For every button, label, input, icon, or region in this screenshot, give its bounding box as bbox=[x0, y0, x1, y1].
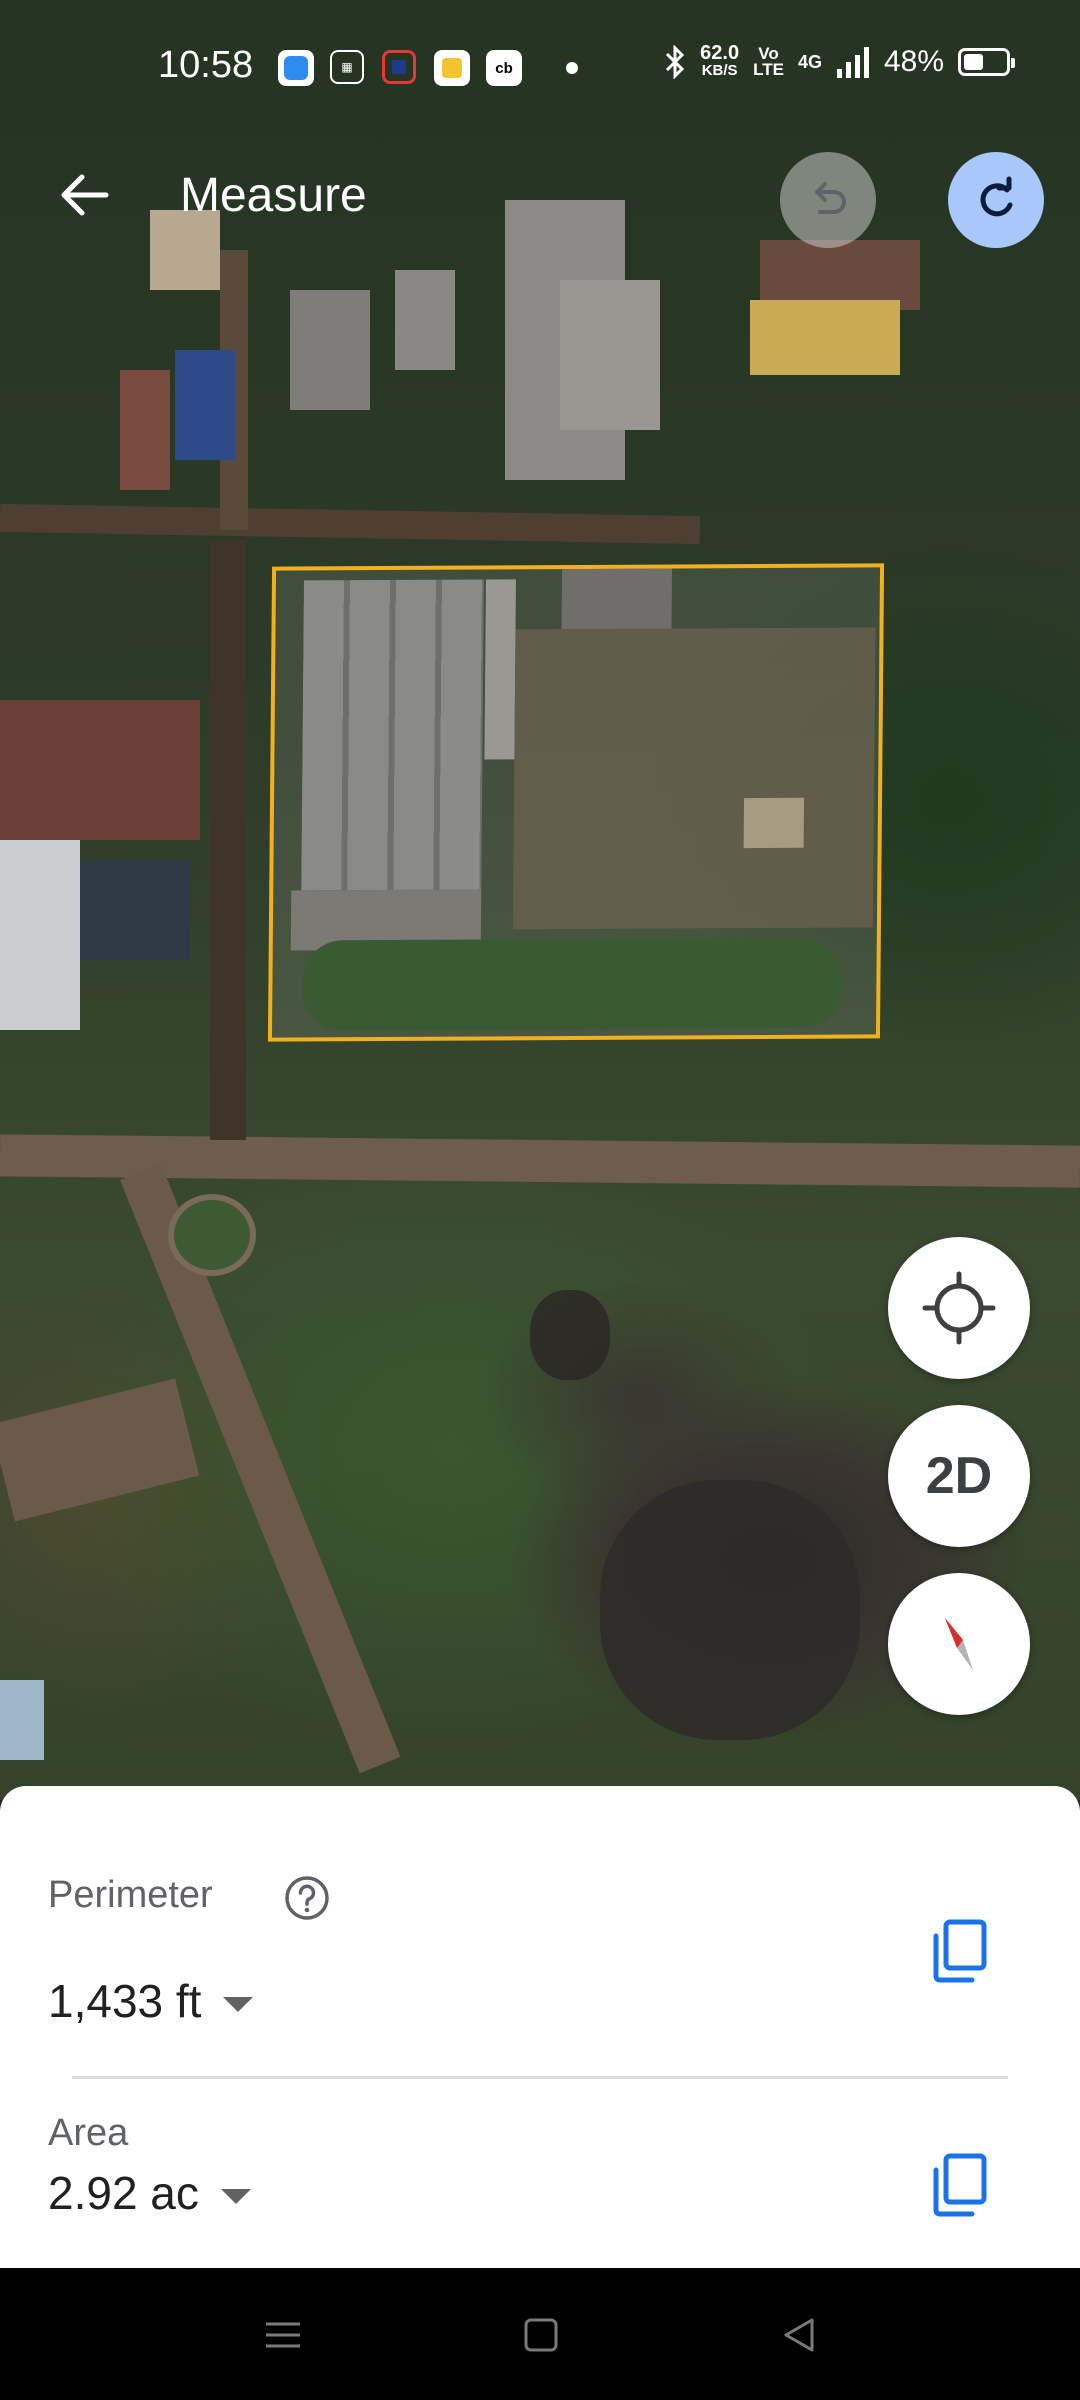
building bbox=[0, 700, 200, 840]
network-speed-unit: KB/S bbox=[701, 62, 738, 79]
network-speed: 62.0 KB/S bbox=[700, 42, 740, 80]
area-value: 2.92 ac bbox=[48, 2167, 199, 2219]
app-icon-yellow-r bbox=[434, 50, 470, 86]
back-arrow-icon[interactable] bbox=[54, 165, 114, 225]
building bbox=[395, 270, 455, 370]
view-2d-button[interactable]: 2D bbox=[888, 1405, 1030, 1547]
factory-roof bbox=[301, 579, 484, 891]
help-icon[interactable] bbox=[284, 1875, 330, 1921]
shed bbox=[743, 797, 805, 849]
signal-icon bbox=[836, 47, 869, 78]
battery-percent: 48% bbox=[883, 45, 944, 78]
my-location-icon bbox=[922, 1271, 996, 1345]
area-label: Area bbox=[48, 2112, 129, 2154]
undo-button[interactable] bbox=[780, 152, 876, 248]
factory-roof bbox=[561, 568, 673, 630]
compass-button[interactable] bbox=[888, 1573, 1030, 1715]
building bbox=[0, 1378, 200, 1522]
dark-ground bbox=[600, 1480, 860, 1740]
app-icon-blue bbox=[278, 50, 314, 86]
building bbox=[0, 1680, 44, 1760]
tree-cluster bbox=[302, 937, 843, 1031]
dark-ground bbox=[530, 1290, 610, 1380]
redo-icon bbox=[980, 176, 1013, 217]
roundabout bbox=[168, 1194, 256, 1276]
page-title: Measure bbox=[180, 169, 367, 222]
network-speed-value: 62.0 bbox=[700, 42, 740, 64]
status-time: 10:58 bbox=[158, 44, 254, 86]
area-unit-dropdown[interactable]: 2.92 ac bbox=[48, 2166, 251, 2220]
network-type: 4G bbox=[797, 51, 822, 72]
building bbox=[560, 280, 660, 430]
chevron-down-icon bbox=[220, 2188, 251, 2204]
menu-icon[interactable] bbox=[260, 2312, 306, 2358]
bluetooth-icon bbox=[666, 45, 685, 79]
back-icon[interactable] bbox=[776, 2312, 822, 2358]
home-icon[interactable] bbox=[518, 2312, 564, 2358]
app-icon-cb: cb bbox=[486, 50, 522, 86]
volte-bottom: LTE bbox=[753, 60, 784, 79]
building bbox=[175, 350, 235, 460]
perimeter-value: 1,433 ft bbox=[48, 1975, 202, 2027]
redo-button[interactable] bbox=[948, 152, 1044, 248]
measured-area-outline[interactable] bbox=[267, 563, 885, 1042]
building bbox=[0, 840, 80, 1030]
battery-fill bbox=[964, 54, 984, 70]
status-bar: 10:58 ▦ cb 62.0 KB/S Vo LTE 4G 48% bbox=[0, 0, 1080, 120]
building bbox=[120, 370, 170, 490]
copy-perimeter-icon[interactable] bbox=[930, 1918, 990, 1984]
road bbox=[210, 540, 246, 1140]
divider bbox=[72, 2076, 1008, 2079]
volte-icon: Vo LTE bbox=[753, 45, 784, 79]
sand-patch bbox=[750, 300, 900, 375]
building bbox=[80, 860, 190, 960]
dot-icon bbox=[554, 50, 590, 86]
calculator-icon: ▦ bbox=[330, 50, 364, 84]
road bbox=[0, 503, 701, 545]
status-right-group: 62.0 KB/S Vo LTE 4G 48% bbox=[664, 42, 1015, 80]
perimeter-label: Perimeter bbox=[48, 1874, 213, 1916]
dirt-yard bbox=[512, 627, 876, 930]
copy-area-icon[interactable] bbox=[930, 2152, 990, 2218]
my-location-button[interactable] bbox=[888, 1237, 1030, 1379]
undo-icon bbox=[815, 182, 846, 214]
chevron-down-icon bbox=[223, 1996, 254, 2012]
factory-roof bbox=[484, 579, 516, 760]
app-icon-red bbox=[382, 50, 416, 84]
system-navigation-bar bbox=[0, 2268, 1080, 2400]
perimeter-unit-dropdown[interactable]: 1,433 ft bbox=[48, 1974, 254, 2028]
battery-icon bbox=[958, 48, 1015, 76]
building bbox=[290, 290, 370, 410]
view-2d-label: 2D bbox=[925, 1447, 993, 1505]
compass-icon bbox=[945, 1618, 973, 1670]
